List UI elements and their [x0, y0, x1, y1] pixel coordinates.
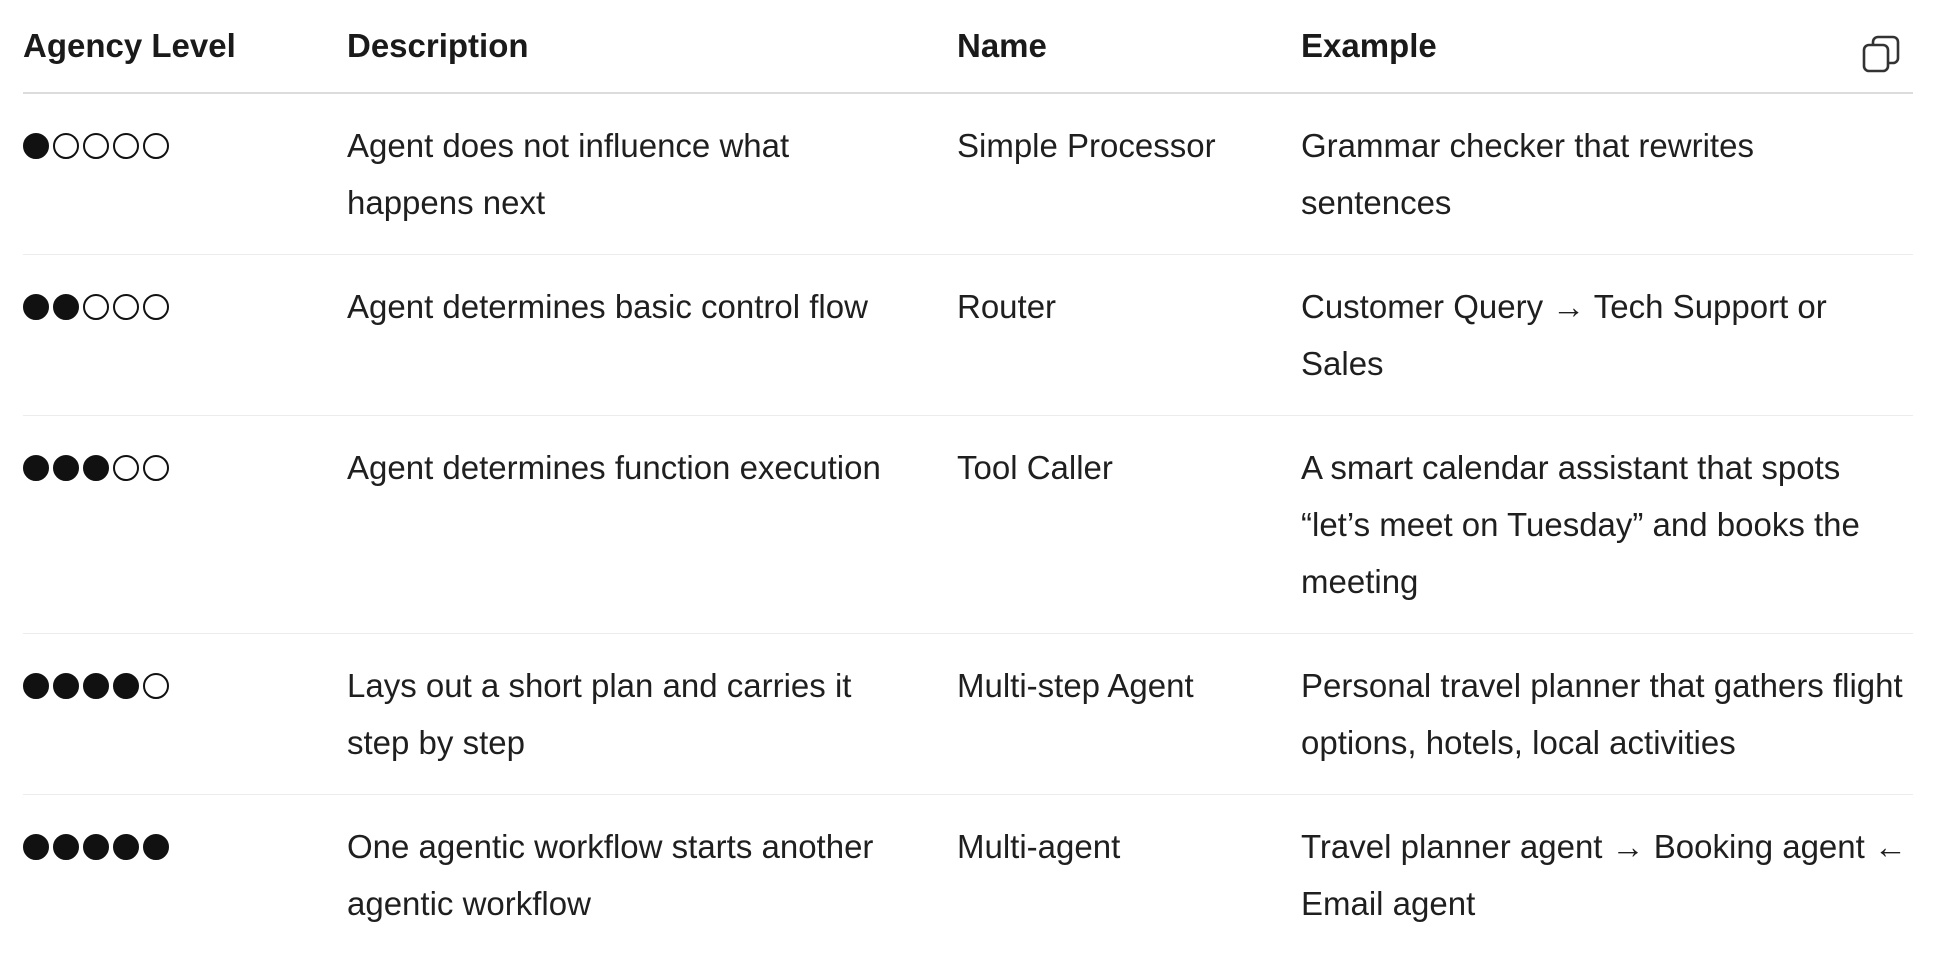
header-agency-level: Agency Level: [23, 0, 347, 94]
name-cell: Multi-agent: [957, 828, 1121, 865]
filled-circle-icon: [83, 672, 109, 699]
filled-circle-icon: [113, 672, 139, 699]
table-body: Agent does not influence what happens ne…: [23, 93, 1913, 955]
description-cell: Agent determines function execution: [347, 415, 957, 634]
filled-circle-icon: [83, 833, 109, 860]
empty-circle-icon: [143, 132, 169, 159]
copy-icon[interactable]: [1861, 34, 1901, 74]
table-row: Agent does not influence what happens ne…: [23, 93, 1913, 255]
example-cell: Travel planner agent → Booking agent ← E…: [1301, 828, 1907, 922]
example-cell: Grammar checker that rewrites sentences: [1301, 93, 1913, 255]
empty-circle-icon: [83, 132, 109, 159]
filled-circle-icon: [23, 132, 49, 159]
agency-level-cell: [23, 93, 347, 255]
example-cell: Customer Query → Tech Support or Sales: [1301, 254, 1913, 416]
empty-circle-icon: [143, 293, 169, 320]
description-cell: Lays out a short plan and carries it ste…: [347, 633, 957, 795]
filled-circle-icon: [23, 672, 49, 699]
filled-circle-icon: [53, 293, 79, 320]
header-example-label: Example: [1301, 27, 1437, 64]
filled-circle-icon: [53, 833, 79, 860]
agency-level-indicator: [23, 117, 347, 174]
agency-level-cell: [23, 633, 347, 795]
agency-level-cell: [23, 415, 347, 634]
agency-level-cell: [23, 254, 347, 416]
agency-levels-table-container: Agency Level Description Name Example Ag…: [23, 0, 1913, 955]
header-example: Example: [1301, 0, 1913, 94]
name-cell: Router: [957, 254, 1301, 416]
table-row: Lays out a short plan and carries it ste…: [23, 633, 1913, 795]
filled-circle-icon: [83, 454, 109, 481]
agency-level-indicator: [23, 818, 347, 875]
empty-circle-icon: [53, 132, 79, 159]
agency-level-indicator: [23, 278, 347, 335]
filled-circle-icon: [113, 833, 139, 860]
agency-level-cell: [23, 795, 347, 956]
agency-levels-table: Agency Level Description Name Example Ag…: [23, 0, 1913, 955]
filled-circle-icon: [143, 833, 169, 860]
table-row: Agent determines basic control flow Route…: [23, 254, 1913, 416]
filled-circle-icon: [23, 454, 49, 481]
example-cell: A smart calendar assistant that spots “l…: [1301, 415, 1913, 634]
empty-circle-icon: [143, 672, 169, 699]
name-cell: Tool Caller: [957, 415, 1301, 634]
filled-circle-icon: [23, 293, 49, 320]
table-row: Agent determines function execution Tool …: [23, 415, 1913, 634]
filled-circle-icon: [53, 454, 79, 481]
description-cell: Agent does not influence what happens ne…: [347, 93, 957, 255]
header-description: Description: [347, 0, 957, 94]
table-row: One agentic workflow starts another agen…: [23, 795, 1913, 956]
empty-circle-icon: [113, 293, 139, 320]
header-name: Name: [957, 0, 1301, 94]
example-cell: Personal travel planner that gathers fli…: [1301, 633, 1913, 795]
agency-level-indicator: [23, 439, 347, 496]
empty-circle-icon: [83, 293, 109, 320]
filled-circle-icon: [53, 672, 79, 699]
filled-circle-icon: [23, 833, 49, 860]
description-cell: One agentic workflow starts another agen…: [347, 828, 874, 922]
name-cell: Simple Processor: [957, 93, 1301, 255]
empty-circle-icon: [143, 454, 169, 481]
empty-circle-icon: [113, 454, 139, 481]
name-cell: Multi-step Agent: [957, 633, 1301, 795]
description-cell: Agent determines basic control flow: [347, 254, 957, 416]
agency-level-indicator: [23, 657, 347, 714]
empty-circle-icon: [113, 132, 139, 159]
header-row: Agency Level Description Name Example: [23, 0, 1913, 94]
table-header: Agency Level Description Name Example: [23, 0, 1913, 94]
